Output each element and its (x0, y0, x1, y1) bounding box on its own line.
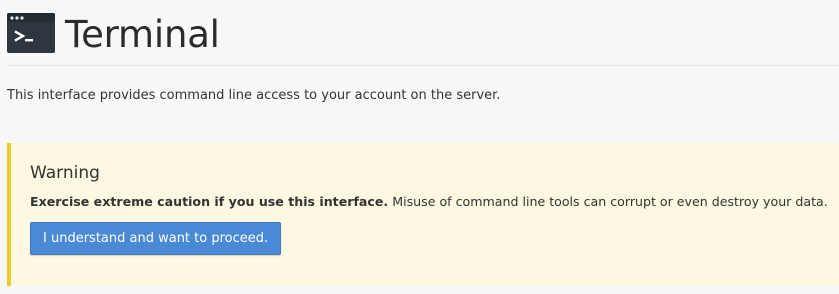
proceed-button[interactable]: I understand and want to proceed. (30, 222, 282, 255)
warning-callout: Warning Exercise extreme caution if you … (7, 143, 839, 286)
warning-emphasis: Exercise extreme caution if you use this… (30, 194, 389, 209)
page-header: Terminal (7, 10, 839, 66)
warning-detail: Misuse of command line tools can corrupt… (388, 194, 828, 209)
warning-message: Exercise extreme caution if you use this… (30, 193, 828, 211)
page-title: Terminal (65, 13, 220, 56)
warning-title: Warning (30, 163, 100, 183)
terminal-icon (7, 10, 55, 57)
page-description: This interface provides command line acc… (7, 88, 501, 103)
header-divider (7, 65, 839, 66)
